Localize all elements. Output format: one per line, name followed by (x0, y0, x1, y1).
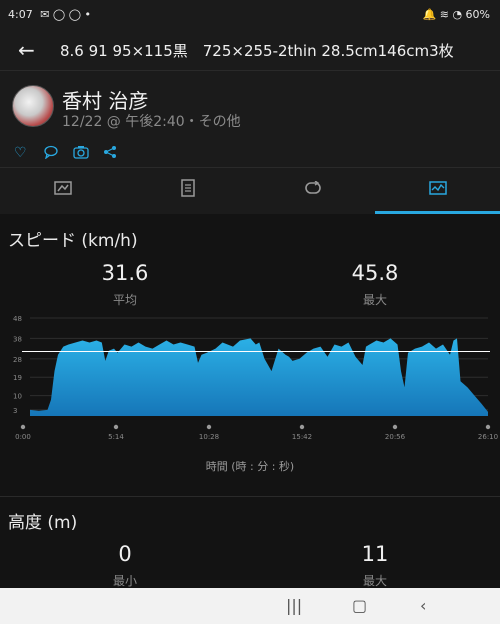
x-tick-label: 26:10 (478, 433, 498, 441)
x-tick-dot (20, 424, 26, 430)
x-tick-dot (206, 424, 212, 430)
system-nav-bar: ||| ▢ ‹ (0, 588, 500, 624)
activity-title: 8.6 91 95×115黒 725×255-2thin 28.5cm146cm… (60, 42, 454, 60)
tab-laps[interactable] (250, 168, 375, 214)
y-tick-label: 38 (13, 335, 22, 343)
altitude-section-title: 高度 (m) (8, 513, 78, 533)
y-tick-label: 48 (13, 315, 22, 323)
camera-icon[interactable] (73, 145, 89, 163)
x-tick-label: 15:42 (292, 433, 312, 441)
home-icon[interactable]: ▢ (352, 596, 367, 615)
share-icon[interactable] (103, 145, 117, 163)
x-tick-label: 0:00 (15, 433, 31, 441)
x-tick-label: 10:28 (199, 433, 219, 441)
min-altitude-label: 最小 (112, 574, 137, 588)
y-tick-label: 28 (13, 356, 22, 364)
x-tick-dot (485, 424, 491, 430)
status-bar: 4:07 ✉ ◯ ◯ • 🔔 ≋ ◔ 60% (0, 0, 500, 30)
status-time: 4:07 ✉ ◯ ◯ • (8, 8, 91, 21)
action-bar: ♡ (0, 141, 500, 168)
section-divider (0, 496, 500, 497)
laps-icon (304, 180, 321, 194)
notification-icons: ✉ ◯ ◯ • (40, 8, 92, 21)
avg-speed-value: 31.6 (101, 261, 149, 285)
heart-icon[interactable]: ♡ (14, 145, 27, 161)
document-icon (180, 179, 195, 197)
recent-apps-icon[interactable]: ||| (286, 596, 302, 615)
max-altitude-value: 11 (361, 542, 389, 566)
tab-bar (0, 168, 500, 214)
app-bar: ← 8.6 91 95×115黒 725×255-2thin 28.5cm146… (0, 30, 500, 71)
tab-details[interactable] (125, 168, 250, 214)
avg-speed-label: 平均 (112, 293, 137, 307)
max-speed-value: 45.8 (351, 261, 399, 285)
x-tick-dot (113, 424, 119, 430)
user-name[interactable]: 香村 治彦 (62, 85, 148, 114)
back-arrow-icon[interactable]: ← (18, 38, 35, 62)
x-tick-dot (392, 424, 398, 430)
min-altitude-value: 0 (118, 542, 132, 566)
x-tick-label: 5:14 (108, 433, 124, 441)
speed-section-title: スピード (km/h) (8, 231, 138, 251)
clock: 4:07 (8, 8, 33, 21)
comment-icon[interactable] (44, 145, 58, 163)
tab-map[interactable] (0, 168, 125, 214)
avatar[interactable] (12, 85, 54, 127)
speed-chart[interactable]: 3 10 19 28 38 48 0:00 5:14 10:28 15:42 20:56 26:10 (0, 310, 500, 470)
map-icon (53, 181, 72, 195)
back-icon[interactable]: ‹ (420, 596, 426, 615)
max-altitude-label: 最大 (362, 574, 387, 588)
y-tick-label: 19 (13, 374, 22, 382)
speed-area-series (30, 338, 488, 416)
x-axis-label: 時間 (時 : 分 : 秒) (205, 460, 295, 473)
status-right: 🔔 ≋ ◔ 60% (422, 8, 490, 21)
activity-meta: 12/22 @ 午後2:40・その他 (62, 114, 241, 130)
y-tick-label: 3 (13, 407, 17, 415)
tab-graph[interactable] (375, 168, 500, 214)
profile-header: 香村 治彦 12/22 @ 午後2:40・その他 (0, 71, 500, 141)
max-speed-label: 最大 (362, 293, 387, 307)
x-tick-label: 20:56 (385, 433, 406, 441)
graph-icon (428, 181, 447, 195)
x-tick-dot (299, 424, 305, 430)
y-tick-label: 10 (13, 393, 22, 401)
